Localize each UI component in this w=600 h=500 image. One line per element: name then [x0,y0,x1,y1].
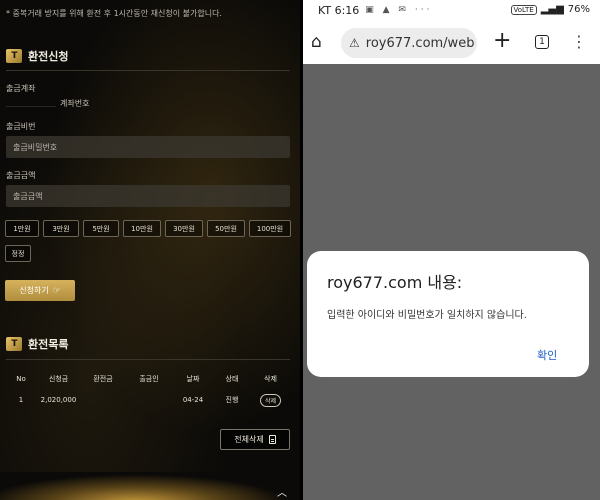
delete-row-button[interactable]: 삭제 [259,393,282,407]
scroll-top-chevron-icon[interactable]: ︿ [277,484,287,499]
document-icon [268,435,276,444]
volte-icon: VoLTE [510,4,537,15]
column-header-no: No [16,375,26,383]
cell-delete: 삭제 [251,386,290,414]
account-label: 출금계좌 [6,84,36,93]
brand-logo-icon: T [6,49,22,63]
cell-exchanged [81,386,125,414]
withdraw-password-input[interactable]: 출금비밀번호 [6,136,290,158]
status-right: VoLTE ▂▄▆ 76% [510,4,590,15]
exchange-section-title: 환전신청 [28,50,69,63]
amount-label: 출금금액 [6,171,36,180]
tab-switcher-icon[interactable]: 1 [535,35,549,49]
warning-icon[interactable]: ⚠ [349,36,360,50]
notice-text: * 중복거래 방지를 위해 환전 후 1시간동안 재신청이 불가합니다. [6,9,222,18]
notification-icons: ▣ ▲ ✉ ··· [365,5,433,15]
battery-level: 76% [567,4,590,15]
brand-logo-icon: T [6,337,22,351]
history-table: No 신청금 환전금 출금인 날짜 상태 삭제 1 2,020,000 04-2… [6,372,290,414]
alert-dialog: roy677.com 내용: 입력한 아이디와 비밀번호가 일치하지 않습니다.… [307,251,589,377]
delete-all-button[interactable]: 전체삭제 [220,429,290,450]
amount-button-30k[interactable]: 3만원 [43,220,79,237]
decorative-banner [0,472,300,500]
account-row: 계좌번호 [6,98,89,109]
password-label: 출금비번 [6,122,36,131]
home-icon[interactable]: ⌂ [311,32,322,52]
masked-account-holder [6,98,56,107]
cell-withdrawer [125,386,173,414]
history-section-title: 환전목록 [28,338,69,351]
amount-button-500k[interactable]: 50만원 [207,220,245,237]
new-tab-icon[interactable]: + [493,28,511,53]
divider [6,359,290,360]
carrier-time: KT 6:16 [318,3,360,17]
browser-toolbar: ⌂ ⚠ roy677.com/web + 1 ⋮ [303,20,600,64]
mobile-browser: KT 6:16 ▣ ▲ ✉ ··· VoLTE ▂▄▆ 76% ⌂ ⚠ roy6… [303,0,600,500]
address-bar[interactable]: ⚠ roy677.com/web [341,28,477,58]
exchange-page: * 중복거래 방지를 위해 환전 후 1시간동안 재신청이 불가합니다. T 환… [0,0,300,500]
column-header-date: 날짜 [186,375,200,383]
amount-button-300k[interactable]: 30만원 [165,220,203,237]
dialog-message: 입력한 아이디와 비밀번호가 일치하지 않습니다. [327,310,527,321]
cell-date: 04-24 [182,396,204,404]
table-row: 1 2,020,000 04-24 진행 삭제 [6,386,290,414]
amount-button-10k[interactable]: 1만원 [5,220,39,237]
url-text: roy677.com/web [365,35,475,51]
cell-status: 진행 [225,396,239,404]
status-bar: KT 6:16 ▣ ▲ ✉ ··· VoLTE ▂▄▆ 76% [303,0,600,20]
table-header-row: No 신청금 환전금 출금인 날짜 상태 삭제 [6,372,290,386]
account-number-label: 계좌번호 [60,99,90,108]
cell-request: 2,020,000 [40,396,77,404]
dialog-title: roy677.com 내용: [327,273,463,292]
history-section-header: T 환전목록 [6,336,68,352]
apply-button[interactable]: 신청하기 ☞ [5,280,75,301]
delete-all-label: 전체삭제 [234,435,264,444]
reset-amount-button[interactable]: 정정 [5,245,31,262]
column-header-delete: 삭제 [264,375,277,383]
pointing-hand-icon: ☞ [52,285,61,296]
withdraw-amount-input[interactable]: 출금금액 [6,185,290,207]
exchange-section-header: T 환전신청 [6,48,68,64]
column-header-status: 상태 [225,375,239,383]
column-header-exchanged: 환전금 [93,375,113,383]
amount-button-100k[interactable]: 10만원 [123,220,161,237]
signal-icon: ▂▄▆ [540,4,564,15]
amount-button-50k[interactable]: 5만원 [83,220,119,237]
amount-button-row: 1만원 3만원 5만원 10만원 30만원 50만원 100만원 [5,220,291,237]
cell-no: 1 [18,396,24,404]
column-header-withdrawer: 출금인 [139,375,159,383]
divider [6,70,290,71]
column-header-request: 신청금 [48,375,69,383]
overflow-menu-icon[interactable]: ⋮ [571,32,587,51]
amount-button-1m[interactable]: 100만원 [249,220,291,237]
apply-button-label: 신청하기 [19,286,49,295]
dialog-ok-button[interactable]: 확인 [537,347,557,363]
